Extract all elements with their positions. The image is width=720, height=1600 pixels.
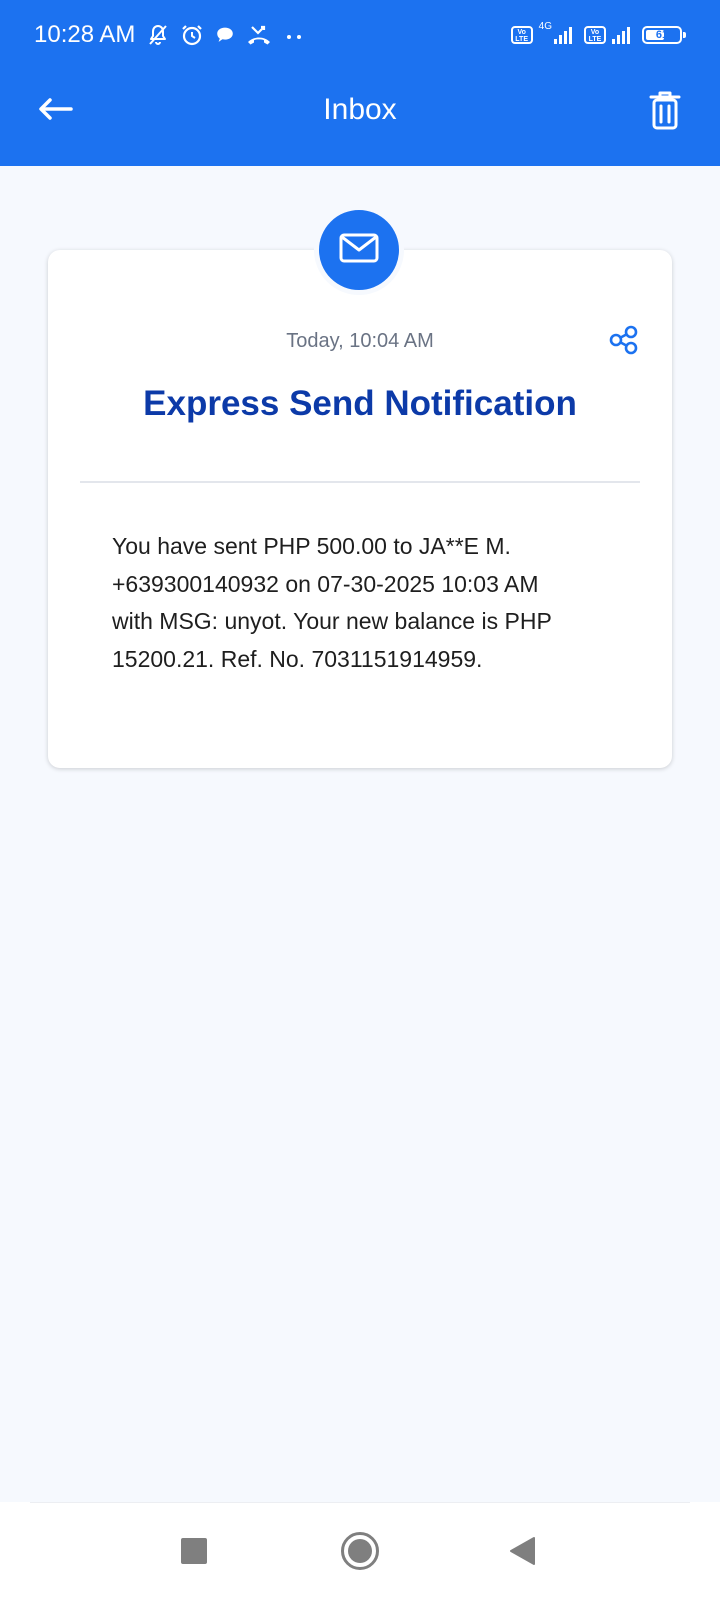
triangle-back-icon[interactable] bbox=[508, 1536, 536, 1566]
arrow-left-icon bbox=[37, 97, 73, 126]
missed-call-icon bbox=[246, 23, 272, 47]
more-dots-icon bbox=[282, 23, 306, 47]
bell-off-icon bbox=[146, 23, 170, 47]
share-button[interactable] bbox=[604, 322, 644, 362]
circle-home-icon[interactable] bbox=[341, 1532, 379, 1570]
network-type: 4G bbox=[538, 21, 552, 32]
back-button[interactable] bbox=[30, 88, 80, 134]
envelope-icon bbox=[339, 233, 379, 268]
share-icon bbox=[608, 324, 640, 361]
volte-badge-1: Vo LTE bbox=[510, 26, 533, 44]
nav-divider bbox=[30, 1502, 690, 1503]
volte-badge-2: Vo LTE bbox=[584, 26, 606, 44]
signal-icon-1 bbox=[554, 26, 572, 44]
home-dot bbox=[348, 1539, 372, 1563]
status-system-icons: Vo LTE 4G Vo LTE 61 bbox=[510, 20, 686, 50]
signal-icon-2 bbox=[612, 26, 630, 44]
chat-bubble-icon bbox=[214, 24, 236, 46]
message-body: You have sent PHP 500.00 to JA**E M. +63… bbox=[112, 533, 552, 672]
trash-icon bbox=[649, 90, 681, 135]
battery-level: 61 bbox=[655, 29, 669, 41]
status-notification-icons bbox=[146, 20, 306, 50]
page-title: Inbox bbox=[323, 93, 397, 126]
app-header: 10:28 AM Vo LTE 4G Vo LTE 61 Inbox bbox=[0, 0, 720, 166]
message-card: Today, 10:04 AM Express Send Notificatio… bbox=[48, 250, 672, 768]
battery-icon: 61 bbox=[642, 26, 686, 44]
status-time: 10:28 AM bbox=[34, 21, 136, 48]
message-icon-badge bbox=[314, 205, 404, 295]
alarm-icon bbox=[180, 23, 204, 47]
delete-button[interactable] bbox=[640, 86, 690, 138]
message-title: Express Send Notification bbox=[143, 384, 577, 423]
message-date: Today, 10:04 AM bbox=[286, 330, 434, 352]
divider bbox=[80, 481, 640, 483]
status-bar: 10:28 AM Vo LTE 4G Vo LTE 61 bbox=[0, 0, 720, 70]
square-recents-icon[interactable] bbox=[181, 1538, 207, 1564]
